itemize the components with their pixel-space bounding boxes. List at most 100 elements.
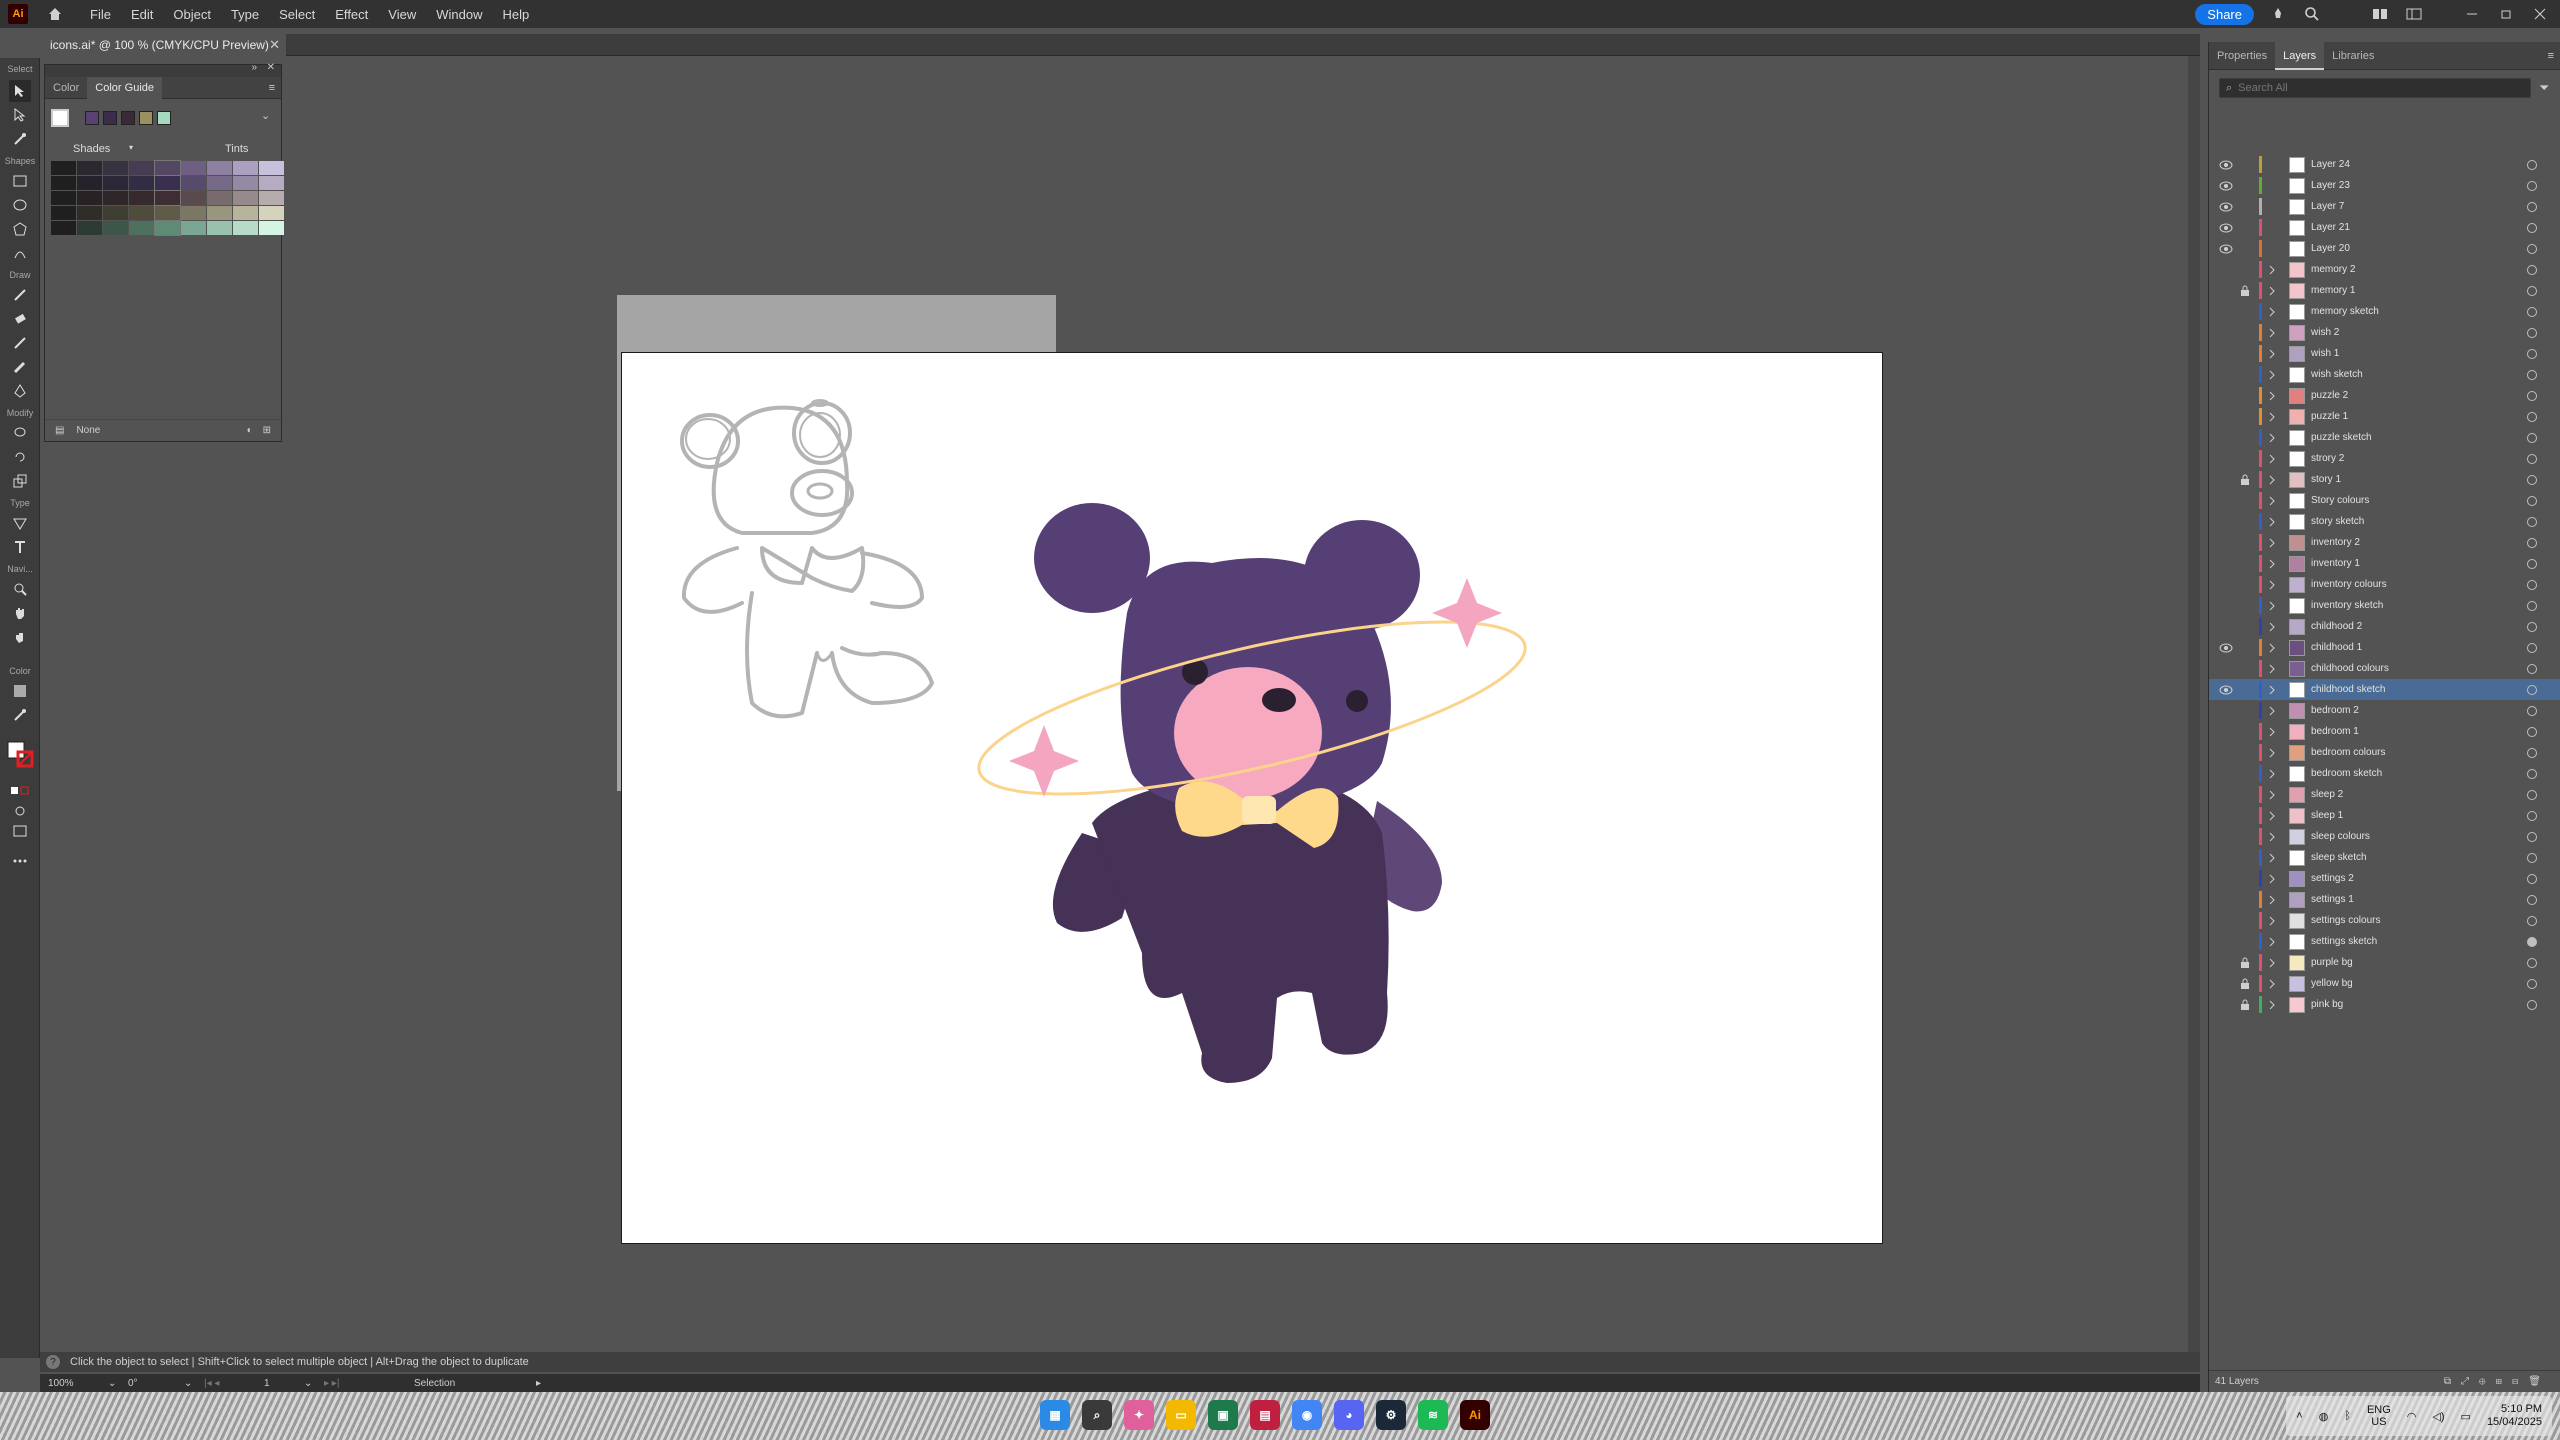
color-variation-swatch[interactable]: [154, 220, 181, 236]
color-variation-swatch[interactable]: [154, 175, 181, 191]
visibility-toggle[interactable]: [2219, 515, 2233, 529]
lock-toggle[interactable]: [2239, 158, 2251, 172]
lock-toggle[interactable]: [2239, 935, 2251, 949]
layer-target-icon[interactable]: [2527, 432, 2537, 443]
panel-grip[interactable]: » ✕: [45, 62, 281, 77]
document-tab[interactable]: icons.ai* @ 100 % (CMYK/CPU Preview) ✕: [40, 34, 286, 56]
start-icon[interactable]: ▦: [1040, 1400, 1070, 1430]
layer-row[interactable]: puzzle 1: [2209, 406, 2560, 427]
status-menu-icon[interactable]: ▸: [536, 1378, 541, 1389]
layer-row[interactable]: bedroom 2: [2209, 700, 2560, 721]
expand-chevron-icon[interactable]: [2267, 809, 2277, 823]
visibility-toggle[interactable]: [2219, 494, 2233, 508]
harmony-rules-dropdown-icon[interactable]: ⌄: [261, 109, 270, 122]
expand-chevron-icon[interactable]: [2267, 830, 2277, 844]
lock-toggle[interactable]: [2239, 221, 2251, 235]
lock-toggle[interactable]: [2239, 893, 2251, 907]
color-variation-swatch[interactable]: [207, 176, 232, 190]
lock-icon[interactable]: [2239, 998, 2251, 1012]
shaper-tool-icon[interactable]: [9, 242, 31, 264]
layer-target-icon[interactable]: [2527, 180, 2537, 191]
rotation-select[interactable]: 0°: [128, 1378, 184, 1389]
canvas-area[interactable]: [40, 56, 2200, 1346]
save-group-icon[interactable]: ⊞: [263, 425, 271, 436]
eyedropper-tool-icon[interactable]: [9, 704, 31, 726]
layer-row[interactable]: pink bg: [2209, 994, 2560, 1015]
lock-toggle[interactable]: [2239, 536, 2251, 550]
tray-overflow-icon[interactable]: ˄: [2296, 1410, 2302, 1422]
lock-icon[interactable]: [2239, 977, 2251, 991]
layer-row[interactable]: bedroom sketch: [2209, 763, 2560, 784]
lock-toggle[interactable]: [2239, 788, 2251, 802]
expand-chevron-icon[interactable]: [2267, 620, 2277, 634]
lock-toggle[interactable]: [2239, 872, 2251, 886]
color-variation-swatch[interactable]: [51, 221, 76, 235]
layer-target-icon[interactable]: [2527, 327, 2537, 338]
color-variation-swatch[interactable]: [259, 221, 284, 235]
steam-icon[interactable]: ⚙: [1376, 1400, 1406, 1430]
type-tool-icon[interactable]: [9, 536, 31, 558]
layer-row[interactable]: puzzle 2: [2209, 385, 2560, 406]
more-tools-icon[interactable]: [9, 850, 31, 872]
menu-select[interactable]: Select: [269, 7, 325, 22]
color-variation-swatch[interactable]: [51, 176, 76, 190]
layer-target-icon[interactable]: [2527, 873, 2537, 884]
expand-chevron-icon[interactable]: [2267, 956, 2277, 970]
layer-target-icon[interactable]: [2527, 747, 2537, 758]
expand-chevron-icon[interactable]: [2267, 494, 2277, 508]
lock-toggle[interactable]: [2239, 452, 2251, 466]
lock-toggle[interactable]: [2239, 683, 2251, 697]
layer-row[interactable]: memory 2: [2209, 259, 2560, 280]
expand-chevron-icon[interactable]: [2267, 242, 2277, 256]
expand-chevron-icon[interactable]: [2267, 389, 2277, 403]
layer-target-icon[interactable]: [2527, 390, 2537, 401]
lock-toggle[interactable]: [2239, 599, 2251, 613]
lock-toggle[interactable]: [2239, 851, 2251, 865]
expand-chevron-icon[interactable]: [2267, 179, 2277, 193]
tab-color-guide[interactable]: Color Guide: [87, 76, 162, 99]
layer-target-icon[interactable]: [2527, 495, 2537, 506]
menu-file[interactable]: File: [80, 7, 121, 22]
expand-chevron-icon[interactable]: [2267, 662, 2277, 676]
layer-row[interactable]: Layer 21: [2209, 217, 2560, 238]
visibility-toggle[interactable]: [2219, 347, 2233, 361]
color-variation-swatch[interactable]: [181, 191, 206, 205]
layer-row[interactable]: settings 1: [2209, 889, 2560, 910]
layer-row[interactable]: strory 2: [2209, 448, 2560, 469]
layer-row[interactable]: settings colours: [2209, 910, 2560, 931]
lock-toggle[interactable]: [2239, 662, 2251, 676]
spotify-icon[interactable]: ≋: [1418, 1400, 1448, 1430]
layer-target-icon[interactable]: [2527, 768, 2537, 779]
ellipse-tool-icon[interactable]: [9, 194, 31, 216]
visibility-toggle[interactable]: [2219, 389, 2233, 403]
minimize-icon[interactable]: [2462, 4, 2482, 24]
visibility-toggle[interactable]: [2219, 284, 2233, 298]
panel-layout-icon[interactable]: [2404, 4, 2424, 24]
layer-row[interactable]: story sketch: [2209, 511, 2560, 532]
color-variation-swatch[interactable]: [103, 221, 128, 235]
menu-help[interactable]: Help: [492, 7, 539, 22]
close-tab-icon[interactable]: ✕: [269, 37, 280, 53]
visibility-toggle[interactable]: [2219, 368, 2233, 382]
fill-stroke-swatch[interactable]: [6, 738, 36, 768]
layer-row[interactable]: puzzle sketch: [2209, 427, 2560, 448]
color-variation-swatch[interactable]: [103, 161, 128, 175]
paintbrush-tool-icon[interactable]: [9, 332, 31, 354]
illustrator-taskbar-icon[interactable]: Ai: [1460, 1400, 1490, 1430]
battery-icon[interactable]: ▭: [2461, 1410, 2471, 1423]
visibility-toggle[interactable]: [2219, 431, 2233, 445]
lock-toggle[interactable]: [2239, 368, 2251, 382]
color-variation-swatch[interactable]: [259, 206, 284, 220]
harmony-swatch[interactable]: [103, 111, 117, 125]
color-variation-swatch[interactable]: [129, 221, 154, 235]
expand-chevron-icon[interactable]: [2267, 599, 2277, 613]
color-variation-swatch[interactable]: [103, 176, 128, 190]
color-variation-swatch[interactable]: [181, 176, 206, 190]
layer-row[interactable]: Layer 20: [2209, 238, 2560, 259]
lock-toggle[interactable]: [2239, 200, 2251, 214]
shades-dropdown-icon[interactable]: ▾: [129, 143, 133, 152]
visibility-toggle[interactable]: [2219, 473, 2233, 487]
collapse-panel-icon[interactable]: »: [251, 62, 257, 73]
language-indicator[interactable]: ENG US: [2367, 1404, 2391, 1428]
expand-chevron-icon[interactable]: [2267, 557, 2277, 571]
